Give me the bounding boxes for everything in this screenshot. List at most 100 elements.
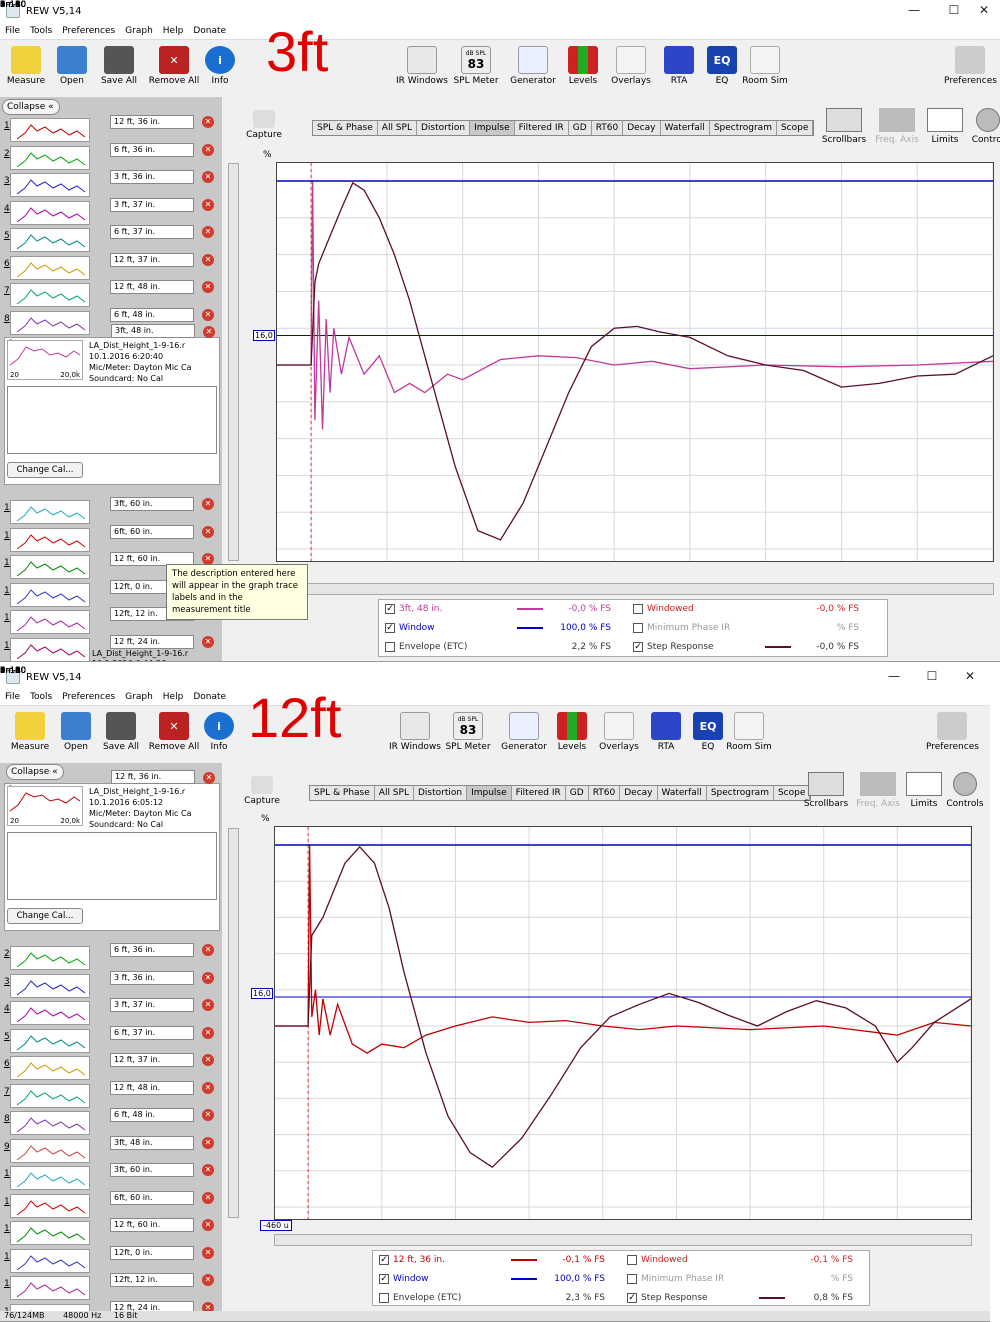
- legend-checkbox[interactable]: ✓: [379, 1255, 389, 1265]
- info-button[interactable]: i Info: [194, 46, 246, 86]
- tab-waterfall[interactable]: Waterfall: [661, 121, 710, 135]
- legend-item[interactable]: ✓ 12 ft, 36 in. -0,1 % FS: [379, 1255, 619, 1265]
- collapse-button[interactable]: Collapse «: [6, 764, 64, 780]
- minimize-button[interactable]: —: [874, 669, 914, 683]
- tab-scope[interactable]: Scope: [777, 121, 814, 135]
- measurement-desc-input[interactable]: 12 ft, 36 in.: [111, 770, 195, 784]
- measurement-desc-input[interactable]: 6 ft, 37 in.: [110, 225, 194, 239]
- delete-measurement-icon[interactable]: ✕: [202, 1136, 214, 1149]
- save-all-button[interactable]: Save All: [93, 46, 145, 86]
- measurement-desc-input[interactable]: 6 ft, 37 in.: [110, 1025, 194, 1040]
- change-cal-button[interactable]: Change Cal...: [7, 462, 83, 478]
- legend-item[interactable]: Windowed -0,0 % FS: [633, 604, 873, 614]
- tab-all-spl[interactable]: All SPL: [378, 121, 417, 135]
- measurement-desc-input[interactable]: 12ft, 0 in.: [110, 1245, 194, 1260]
- measurement-row[interactable]: 86 ft, 48 in. ✕: [4, 1108, 220, 1138]
- measurement-desc-input[interactable]: 3ft, 60 in.: [110, 497, 194, 511]
- delete-measurement-icon[interactable]: ✕: [202, 308, 214, 321]
- legend-checkbox[interactable]: [633, 604, 643, 614]
- scrollbars-toggle[interactable]: Scrollbars: [800, 772, 852, 809]
- info-button[interactable]: i Info: [193, 712, 245, 752]
- overlays-button[interactable]: Overlays: [605, 46, 657, 86]
- open-button[interactable]: Open: [46, 46, 98, 86]
- delete-measurement-icon[interactable]: ✕: [202, 1191, 214, 1204]
- legend-item[interactable]: Minimum Phase IR % FS: [633, 623, 873, 633]
- menu-help[interactable]: Help: [158, 692, 189, 702]
- delete-measurement-icon[interactable]: ✕: [202, 1246, 214, 1259]
- measurement-row[interactable]: 43 ft, 37 in. ✕: [4, 998, 220, 1028]
- legend-item[interactable]: ✓ Step Response -0,0 % FS: [633, 642, 873, 652]
- legend-item[interactable]: Windowed -0,1 % FS: [627, 1255, 867, 1265]
- legend-checkbox[interactable]: ✓: [385, 623, 395, 633]
- measurement-row[interactable]: 103ft, 60 in.✕: [4, 497, 220, 527]
- measurement-row[interactable]: 7 12 ft, 48 in. ✕: [4, 280, 220, 310]
- save-all-button[interactable]: Save All: [95, 712, 147, 752]
- impulse-graph[interactable]: [274, 826, 972, 1220]
- measurement-desc-input[interactable]: 3ft, 60 in.: [110, 1163, 194, 1177]
- menu-donate[interactable]: Donate: [188, 26, 231, 36]
- measurement-desc-input[interactable]: 3 ft, 37 in.: [110, 197, 194, 212]
- legend-checkbox[interactable]: [385, 642, 395, 652]
- measurement-row[interactable]: 1412ft, 12 in.✕: [4, 1273, 220, 1303]
- legend-checkbox[interactable]: ✓: [627, 1293, 637, 1303]
- ir-windows-button[interactable]: IR Windows: [394, 46, 450, 86]
- graph-h-scrollbar[interactable]: [274, 1234, 972, 1246]
- legend-checkbox[interactable]: ✓: [385, 604, 395, 614]
- spl-meter-button[interactable]: dB SPL 83 SPL Meter: [450, 46, 502, 86]
- measurement-row[interactable]: 9 3ft, 48 in. ✕: [4, 1135, 220, 1166]
- measurement-desc-input[interactable]: 6 ft, 36 in.: [110, 142, 194, 157]
- delete-measurement-icon[interactable]: ✕: [202, 1026, 214, 1039]
- tab-spectrogram[interactable]: Spectrogram: [710, 121, 777, 135]
- tab-decay[interactable]: Decay: [620, 786, 658, 800]
- measurement-desc-input[interactable]: 6 ft, 36 in.: [110, 943, 194, 957]
- delete-measurement-icon[interactable]: ✕: [202, 971, 214, 984]
- close-button[interactable]: ✕: [950, 669, 990, 683]
- measurement-desc-input[interactable]: 12 ft, 37 in.: [110, 1053, 194, 1067]
- legend-checkbox[interactable]: [379, 1293, 389, 1303]
- measurement-row[interactable]: 26 ft, 36 in. ✕: [4, 943, 220, 973]
- delete-measurement-icon[interactable]: ✕: [202, 143, 214, 156]
- measurement-row[interactable]: 43 ft, 37 in. ✕: [4, 197, 220, 228]
- measurement-row[interactable]: 103ft, 60 in.✕: [4, 1163, 220, 1193]
- menu-preferences[interactable]: Preferences: [57, 26, 120, 36]
- legend-item[interactable]: Envelope (ETC) 2,2 % FS: [385, 642, 625, 652]
- measurement-desc-input[interactable]: 3ft, 48 in.: [111, 324, 195, 338]
- menu-tools[interactable]: Tools: [25, 26, 57, 36]
- delete-measurement-icon[interactable]: ✕: [202, 498, 214, 510]
- tab-distortion[interactable]: Distortion: [414, 786, 468, 800]
- menu-graph[interactable]: Graph: [120, 26, 158, 36]
- tab-filtered-ir[interactable]: Filtered IR: [512, 786, 566, 800]
- scrollbars-toggle[interactable]: Scrollbars: [818, 108, 870, 145]
- delete-measurement-icon[interactable]: ✕: [202, 281, 214, 293]
- delete-measurement-icon[interactable]: ✕: [203, 326, 215, 338]
- generator-button[interactable]: Generator: [507, 46, 559, 86]
- measurement-desc-input[interactable]: 3 ft, 36 in.: [110, 970, 194, 985]
- collapse-button[interactable]: Collapse «: [2, 99, 60, 115]
- notes-area[interactable]: [7, 832, 217, 900]
- capture-button[interactable]: Capture: [238, 110, 290, 140]
- impulse-graph[interactable]: [276, 162, 994, 562]
- delete-measurement-icon[interactable]: ✕: [202, 1274, 214, 1286]
- legend-item[interactable]: ✓ Window 100,0 % FS: [385, 623, 625, 633]
- room-sim-button[interactable]: Room Sim: [739, 46, 791, 86]
- change-cal-button[interactable]: Change Cal...: [7, 908, 83, 924]
- measurement-row[interactable]: 116ft, 60 in.✕: [4, 1190, 220, 1221]
- measure-button[interactable]: Measure: [4, 712, 56, 752]
- levels-button[interactable]: Levels: [546, 712, 598, 752]
- measurement-desc-input[interactable]: 6 ft, 48 in.: [110, 1108, 194, 1122]
- measurement-desc-input[interactable]: 12ft, 12 in.: [110, 1273, 194, 1287]
- measurement-desc-input[interactable]: 6ft, 60 in.: [110, 524, 194, 539]
- measurement-row[interactable]: 1512 ft, 24 in.✕LA_Dist_Height_1-9-16.r1…: [4, 634, 220, 661]
- panel-scrollbar[interactable]: [228, 828, 239, 1218]
- measurement-desc-input[interactable]: 6ft, 60 in.: [110, 1190, 194, 1205]
- expanded-measurement[interactable]: 93ft, 48 in.2020,0kLA_Dist_Height_1-9-16…: [4, 324, 220, 485]
- delete-measurement-icon[interactable]: ✕: [202, 1219, 214, 1231]
- legend-checkbox[interactable]: [627, 1274, 637, 1284]
- measurement-desc-input[interactable]: 12 ft, 48 in.: [110, 1080, 194, 1095]
- delete-measurement-icon[interactable]: ✕: [202, 171, 214, 183]
- delete-measurement-icon[interactable]: ✕: [202, 635, 214, 648]
- freq-axis-toggle[interactable]: Freq. Axis: [871, 108, 923, 145]
- legend-item[interactable]: ✓ 3ft, 48 in. -0,0 % FS: [385, 604, 625, 614]
- measurement-desc-input[interactable]: 3 ft, 36 in.: [110, 170, 194, 184]
- measurement-row[interactable]: 1 12 ft, 36 in. ✕: [4, 115, 220, 145]
